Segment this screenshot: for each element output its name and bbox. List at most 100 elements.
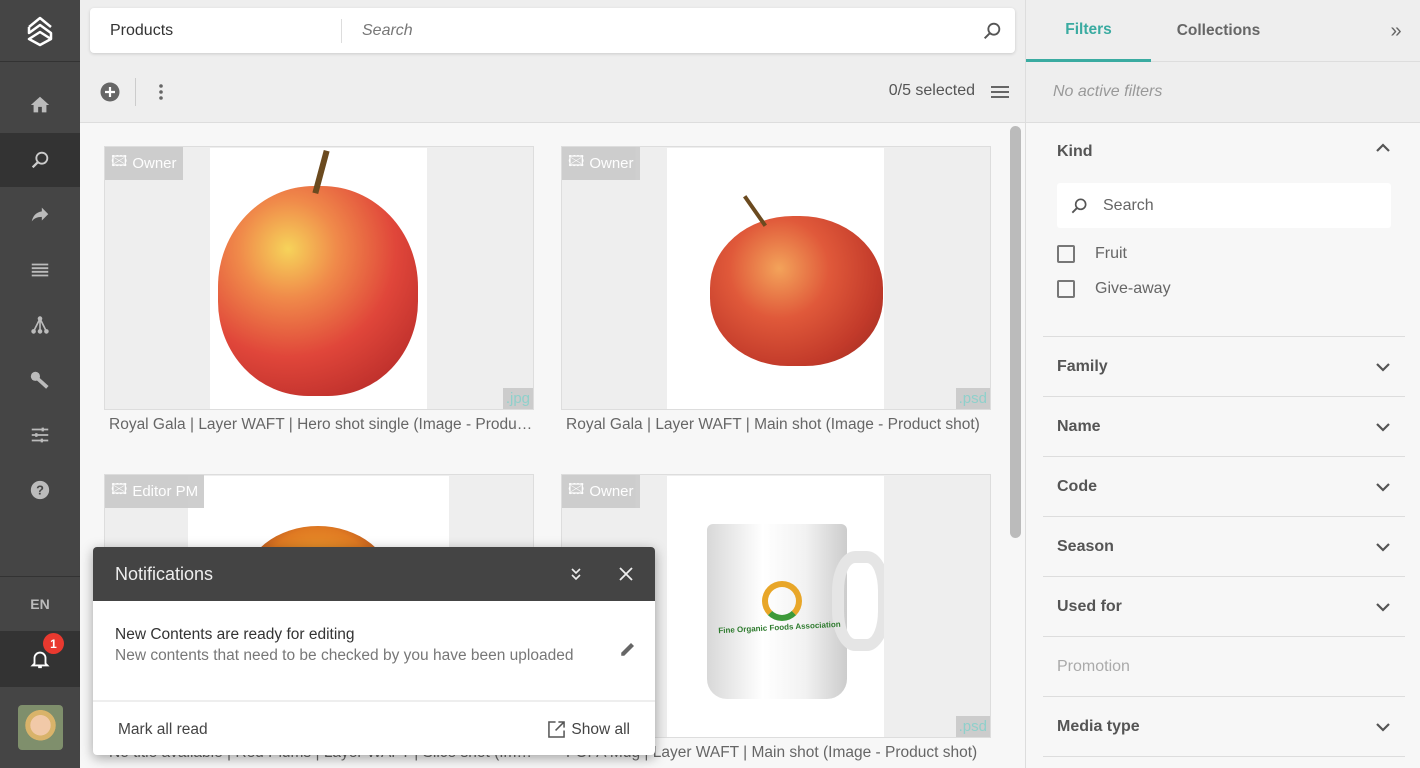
filter-section-code[interactable]: Code [1043, 457, 1405, 517]
tab-filters[interactable]: Filters [1026, 0, 1151, 62]
share-icon [31, 207, 49, 222]
scrollbar[interactable] [1010, 126, 1021, 538]
asset-caption[interactable]: Royal Gala | Layer WAFT | Hero shot sing… [104, 416, 534, 434]
filter-section-used-for[interactable]: Used for [1043, 577, 1405, 637]
image-icon: 🖾 [111, 481, 128, 498]
kind-search[interactable]: Search [1057, 183, 1391, 228]
filter-section-season[interactable]: Season [1043, 517, 1405, 577]
asset-card[interactable]: 🖾 Owner .psd [561, 146, 991, 410]
notification-title: New Contents are ready for editing [115, 626, 355, 643]
more-vertical-icon [159, 84, 163, 100]
sidebar-item-hierarchy[interactable] [0, 298, 80, 352]
image-icon: 🖾 [568, 481, 585, 498]
divider [135, 78, 136, 106]
filter-section-name[interactable]: Name [1043, 397, 1405, 457]
search-bar: Products [90, 8, 1015, 53]
sidebar-item-home[interactable] [0, 78, 80, 132]
search-icon [31, 151, 49, 169]
view-mode-button[interactable] [988, 80, 1012, 104]
filter-section-promotion: Promotion [1043, 637, 1405, 697]
sidebar-item-share[interactable] [0, 188, 80, 242]
sidebar-item-list[interactable] [0, 243, 80, 297]
checkbox[interactable] [1057, 245, 1075, 263]
image-icon: 🖾 [111, 153, 128, 170]
filter-title: Name [1057, 417, 1101, 435]
kind-search-placeholder: Search [1103, 196, 1154, 214]
active-filters: No active filters [1026, 62, 1420, 123]
chevron-up-icon[interactable] [1375, 143, 1391, 153]
plus-circle-icon [100, 82, 120, 102]
asset-caption[interactable]: Royal Gala | Layer WAFT | Main shot (Ima… [561, 416, 991, 434]
collapse-panel-icon[interactable]: » [1381, 0, 1411, 62]
file-extension: .psd [955, 716, 990, 737]
notification-text: New contents that need to be checked by … [115, 647, 574, 664]
mark-all-read-button[interactable]: Mark all read [118, 721, 208, 739]
more-options-button[interactable] [149, 80, 173, 104]
sidebar-item-help[interactable]: ? [0, 463, 80, 517]
list-icon [31, 263, 49, 277]
notifications-panel: Notifications New Contents are ready for… [93, 547, 655, 755]
chevron-down-icon[interactable] [1375, 362, 1391, 372]
notifications-header: Notifications [93, 547, 655, 601]
notifications-button[interactable]: 1 [0, 631, 80, 687]
sliders-icon [31, 427, 49, 443]
chevron-down-icon[interactable] [1375, 422, 1391, 432]
filter-title: Used for [1057, 597, 1122, 615]
hierarchy-icon [31, 316, 49, 334]
tab-collections[interactable]: Collections [1156, 0, 1281, 62]
role-badge: 🖾 Owner [105, 147, 183, 180]
close-icon[interactable] [619, 567, 633, 581]
search-input[interactable] [342, 21, 981, 40]
search-icon[interactable] [981, 20, 1003, 42]
filter-title[interactable]: Kind [1057, 143, 1093, 161]
menu-icon [991, 86, 1009, 98]
asset-thumbnail [667, 148, 884, 409]
search-scope[interactable]: Products [90, 18, 342, 43]
language-switch[interactable]: EN [0, 576, 80, 631]
filter-title: Family [1057, 357, 1108, 375]
help-icon: ? [30, 480, 50, 500]
chevron-down-icon[interactable] [1375, 602, 1391, 612]
chevron-down-icon[interactable] [1375, 542, 1391, 552]
filter-title: Season [1057, 537, 1114, 555]
header: Products [80, 0, 1025, 62]
filter-title: Code [1057, 477, 1097, 495]
edit-icon[interactable] [619, 640, 637, 658]
notification-item[interactable]: New Contents are ready for editing New c… [93, 601, 655, 702]
sidebar-item-search[interactable] [0, 133, 80, 187]
image-icon: 🖾 [568, 153, 585, 170]
chevron-down-icon[interactable] [1375, 722, 1391, 732]
sidebar: ? EN 1 [0, 0, 80, 768]
notifications-footer: Mark all read Show all [93, 704, 655, 755]
asset-card[interactable]: 🖾 Owner .jpg [104, 146, 534, 410]
filter-title: Media type [1057, 717, 1140, 735]
selection-count: 0/5 selected [888, 82, 975, 99]
sidebar-item-key[interactable] [0, 353, 80, 407]
logo-mark [762, 581, 802, 621]
notification-badge: 1 [43, 633, 64, 654]
home-icon [30, 96, 50, 113]
panel-tabs: Filters Collections » [1026, 0, 1420, 62]
filter-section-media-type[interactable]: Media type [1043, 697, 1405, 757]
checkbox[interactable] [1057, 280, 1075, 298]
checkbox-give-away[interactable]: Give-away [1057, 280, 1171, 298]
asset-thumbnail: Fine Organic Foods Association [667, 476, 884, 737]
add-button[interactable] [98, 80, 122, 104]
role-badge: 🖾 Owner [562, 475, 640, 508]
logo[interactable] [0, 0, 80, 62]
avatar[interactable] [18, 705, 63, 750]
role-badge: 🖾 Owner [562, 147, 640, 180]
filters-panel: Filters Collections » No active filters … [1025, 0, 1420, 768]
chevron-down-icon[interactable] [1375, 482, 1391, 492]
file-extension: .jpg [502, 388, 533, 409]
show-all-button[interactable]: Show all [548, 721, 630, 739]
logo-icon [27, 16, 53, 46]
role-badge: 🖾 Editor PM [105, 475, 205, 508]
collapse-double-chevron-icon[interactable] [569, 567, 583, 581]
file-extension: .psd [955, 388, 990, 409]
sidebar-item-settings[interactable] [0, 408, 80, 462]
search-icon [1071, 198, 1087, 213]
filter-section-family[interactable]: Family [1043, 337, 1405, 397]
checkbox-fruit[interactable]: Fruit [1057, 245, 1127, 263]
notifications-title: Notifications [115, 563, 214, 584]
